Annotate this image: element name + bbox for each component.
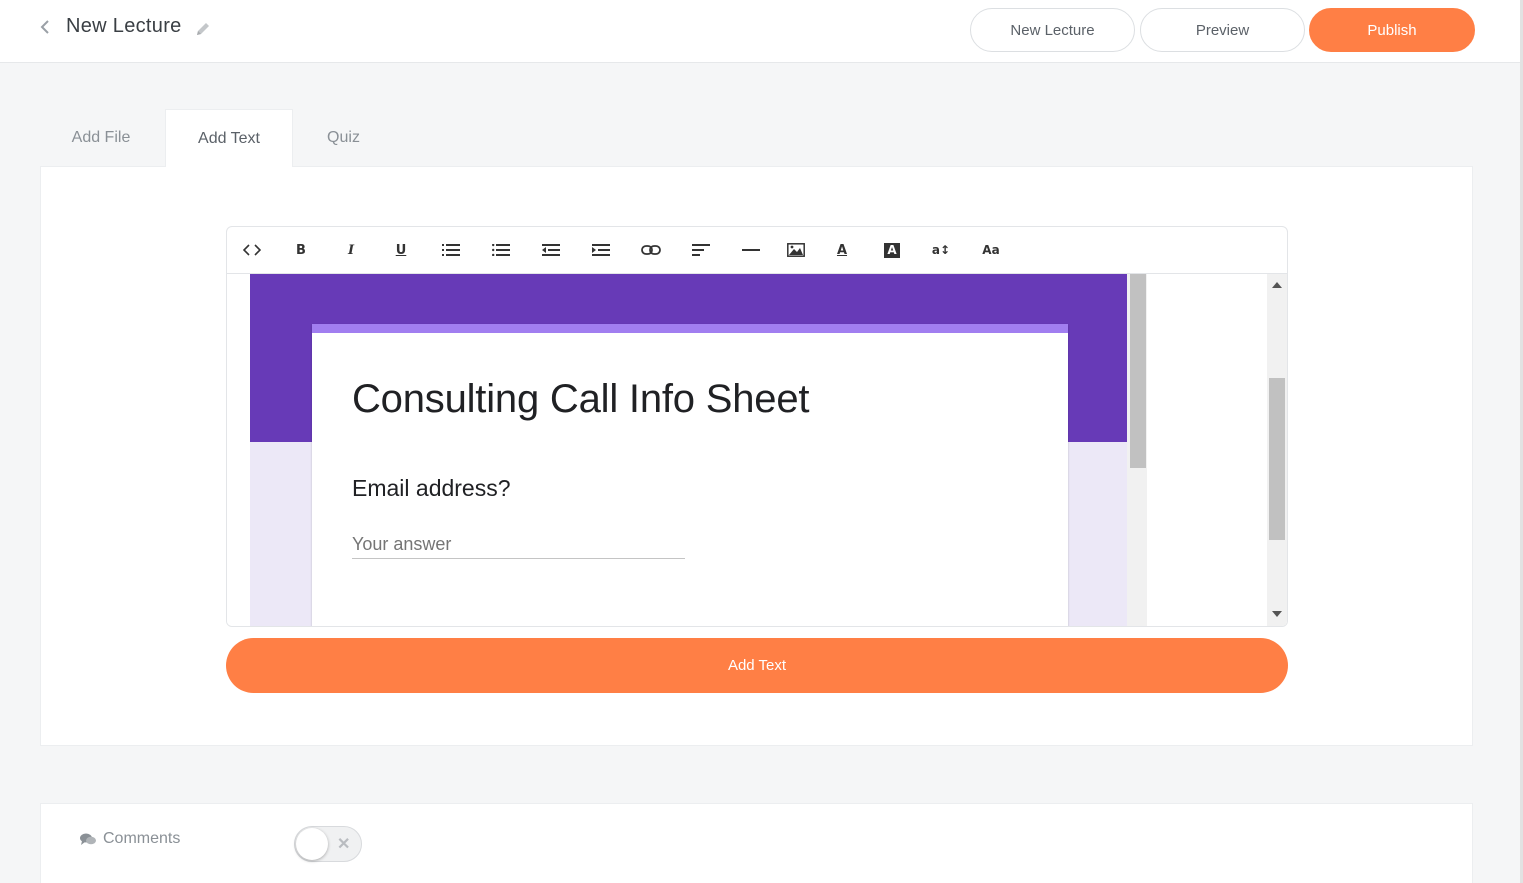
code-view-button[interactable]: [238, 238, 266, 262]
toggle-knob: [296, 828, 328, 860]
line-height-button[interactable]: a↕: [927, 238, 955, 262]
unordered-list-button[interactable]: [487, 238, 515, 262]
back-button[interactable]: [34, 16, 56, 38]
insert-image-button[interactable]: [782, 238, 810, 262]
unordered-list-icon: [492, 244, 510, 256]
form-title: Consulting Call Info Sheet: [352, 377, 810, 421]
link-button[interactable]: [637, 238, 665, 262]
tab-quiz[interactable]: Quiz: [296, 109, 391, 167]
pencil-icon[interactable]: [194, 20, 212, 38]
new-lecture-button[interactable]: New Lecture: [970, 8, 1135, 52]
horizontal-rule-icon: [742, 249, 760, 251]
comments-panel: [40, 803, 1473, 883]
tab-add-text[interactable]: Add Text: [165, 109, 293, 167]
indent-button[interactable]: [587, 238, 615, 262]
ordered-list-icon: [442, 244, 460, 256]
comments-label: Comments: [103, 830, 181, 847]
link-icon: [641, 245, 661, 255]
scroll-up-arrow-icon[interactable]: [1272, 282, 1282, 288]
question-label: Email address?: [352, 475, 511, 501]
background-color-label: A: [884, 242, 900, 258]
publish-button[interactable]: Publish: [1309, 8, 1475, 52]
outdent-icon: [542, 244, 560, 256]
lecture-title: New Lecture: [66, 15, 182, 37]
italic-button[interactable]: I: [337, 238, 365, 262]
font-size-button[interactable]: Aa: [977, 238, 1005, 262]
add-text-button[interactable]: Add Text: [226, 638, 1288, 693]
comments-setting: Comments: [80, 830, 180, 848]
embed-scrollbar-thumb[interactable]: [1130, 274, 1146, 468]
underline-button[interactable]: U: [387, 238, 415, 262]
editor-scrollbar-thumb[interactable]: [1269, 378, 1285, 540]
horizontal-rule-button[interactable]: [737, 238, 765, 262]
ordered-list-button[interactable]: [437, 238, 465, 262]
tab-add-file[interactable]: Add File: [40, 109, 162, 167]
outdent-button[interactable]: [537, 238, 565, 262]
email-answer-input[interactable]: [352, 531, 685, 559]
text-color-button[interactable]: A: [828, 238, 856, 262]
chevron-left-icon: [40, 20, 49, 34]
editor-content[interactable]: Consulting Call Info Sheet Email address…: [227, 274, 1287, 626]
align-left-icon: [692, 244, 710, 256]
comments-toggle[interactable]: ✕: [294, 826, 362, 862]
editor-toolbar: B I U A A a↕ Aa: [227, 227, 1287, 274]
image-icon: [787, 243, 805, 257]
close-icon: ✕: [337, 836, 351, 853]
comment-bubbles-icon: [80, 833, 96, 845]
align-left-button[interactable]: [687, 238, 715, 262]
embedded-google-form: Consulting Call Info Sheet Email address…: [250, 274, 1127, 626]
top-header: New Lecture New Lecture Preview Publish: [0, 0, 1523, 63]
code-icon: [243, 244, 261, 256]
scroll-down-arrow-icon[interactable]: [1272, 611, 1282, 617]
bold-button[interactable]: B: [287, 238, 315, 262]
rich-text-editor[interactable]: B I U A A a↕ Aa Consulting Call Info She…: [226, 226, 1288, 627]
form-card: Consulting Call Info Sheet Email address…: [312, 324, 1068, 626]
preview-button[interactable]: Preview: [1140, 8, 1305, 52]
indent-icon: [592, 244, 610, 256]
background-color-button[interactable]: A: [878, 238, 906, 262]
